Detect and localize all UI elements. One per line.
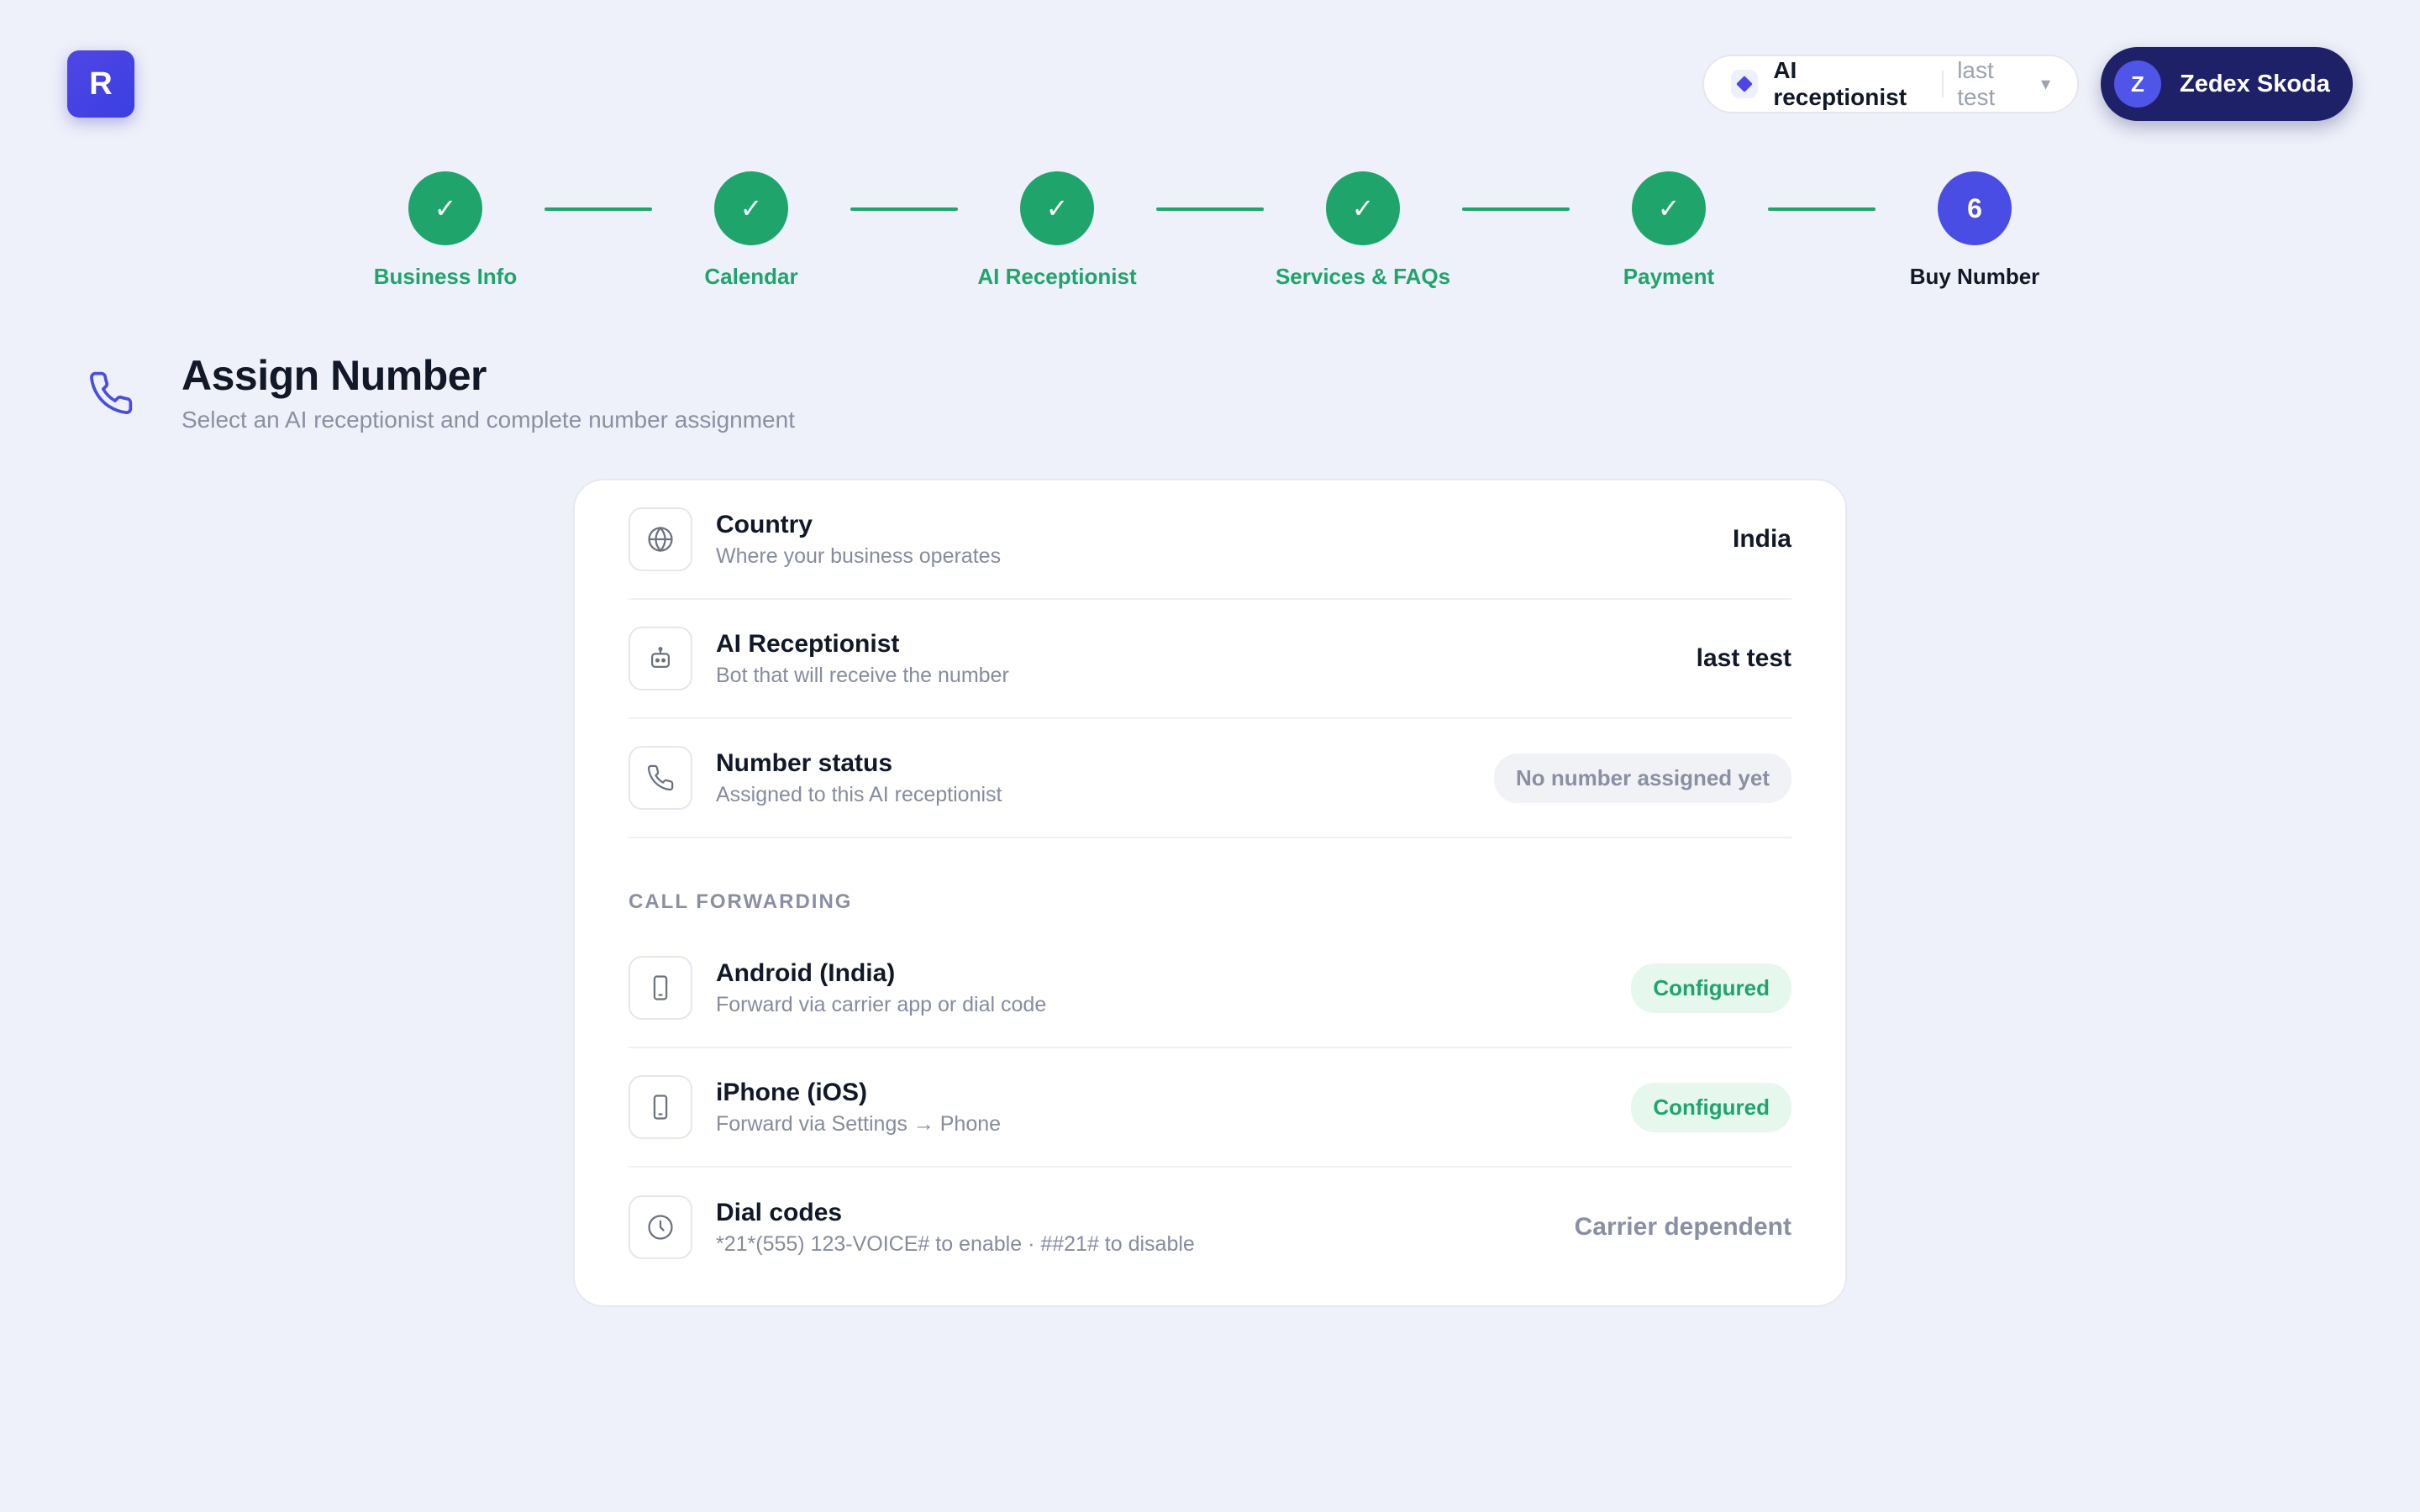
step-business-info[interactable]: ✓ Business Info bbox=[336, 171, 555, 290]
step-connector bbox=[1462, 207, 1570, 211]
step-services-faqs[interactable]: ✓ Services & FAQs bbox=[1254, 171, 1472, 290]
row-subtitle: *21*(555) 123-VOICE# to enable · ##21# t… bbox=[716, 1231, 1195, 1256]
page-title: Assign Number bbox=[182, 352, 487, 399]
clock-icon bbox=[629, 1195, 692, 1259]
selector-value: last test bbox=[1957, 57, 1996, 110]
row-title: iPhone (iOS) bbox=[716, 1078, 867, 1106]
robot-icon bbox=[629, 627, 692, 690]
step-check-icon: ✓ bbox=[714, 171, 788, 245]
assignment-card: Country Where your business operates Ind… bbox=[573, 479, 1847, 1307]
row-subtitle: Bot that will receive the number bbox=[716, 663, 1009, 687]
iphone-forwarding-row[interactable]: iPhone (iOS) Forward via Settings → Phon… bbox=[629, 1048, 1791, 1168]
number-status-row: Number status Assigned to this AI recept… bbox=[629, 719, 1791, 838]
dial-codes-row: Dial codes *21*(555) 123-VOICE# to enabl… bbox=[629, 1168, 1791, 1287]
row-subtitle: Forward via Settings → Phone bbox=[716, 1111, 1002, 1136]
selector-label: AI receptionist bbox=[1773, 57, 1907, 110]
progress-stepper: ✓ Business Info ✓ Calendar ✓ AI Receptio… bbox=[0, 171, 2420, 289]
step-check-icon: ✓ bbox=[408, 171, 482, 245]
step-label: Calendar bbox=[704, 264, 798, 289]
step-label: Buy Number bbox=[1909, 264, 2040, 289]
row-subtitle: Forward via carrier app or dial code bbox=[716, 992, 1047, 1016]
smartphone-icon bbox=[629, 956, 692, 1020]
step-label: Services & FAQs bbox=[1275, 264, 1451, 289]
row-title: Number status bbox=[716, 748, 893, 777]
row-title: Dial codes bbox=[716, 1198, 843, 1226]
step-connector bbox=[1156, 207, 1264, 211]
page-subtitle: Select an AI receptionist and complete n… bbox=[182, 407, 795, 433]
dial-codes-value: Carrier dependent bbox=[1574, 1213, 1791, 1241]
globe-icon bbox=[629, 507, 692, 571]
step-calendar[interactable]: ✓ Calendar bbox=[642, 171, 860, 290]
step-label: AI Receptionist bbox=[977, 264, 1137, 289]
status-badge: Configured bbox=[1631, 963, 1791, 1013]
step-check-icon: ✓ bbox=[1326, 171, 1400, 245]
chevron-down-icon: ▾ bbox=[2040, 73, 2050, 94]
country-value: India bbox=[1732, 525, 1791, 553]
user-menu-button[interactable]: Z Zedex Skoda bbox=[2101, 47, 2353, 121]
ai-receptionist-row: AI Receptionist Bot that will receive th… bbox=[629, 600, 1791, 719]
step-number: 6 bbox=[1938, 171, 2012, 245]
status-badge: No number assigned yet bbox=[1494, 753, 1791, 803]
row-subtitle: Assigned to this AI receptionist bbox=[716, 782, 1002, 806]
receptionist-selector[interactable]: AI receptionist last test ▾ bbox=[1702, 55, 2079, 113]
section-label: CALL FORWARDING bbox=[629, 890, 853, 913]
step-ai-receptionist[interactable]: ✓ AI Receptionist bbox=[948, 171, 1166, 290]
receptionist-value: last test bbox=[1696, 644, 1791, 672]
diamond-icon bbox=[1731, 70, 1759, 98]
row-title: AI Receptionist bbox=[716, 629, 900, 658]
phone-icon bbox=[629, 746, 692, 810]
step-check-icon: ✓ bbox=[1632, 171, 1706, 245]
row-title: Country bbox=[716, 510, 813, 538]
row-subtitle: Where your business operates bbox=[716, 543, 1002, 568]
row-title: Android (India) bbox=[716, 958, 896, 987]
android-forwarding-row[interactable]: Android (India) Forward via carrier app … bbox=[629, 929, 1791, 1048]
step-connector bbox=[850, 207, 958, 211]
step-check-icon: ✓ bbox=[1020, 171, 1094, 245]
country-row: Country Where your business operates Ind… bbox=[629, 480, 1791, 600]
app-logo[interactable]: R bbox=[67, 50, 134, 118]
user-name: Zedex Skoda bbox=[2180, 70, 2330, 97]
phone-icon bbox=[90, 371, 133, 415]
step-connector bbox=[1768, 207, 1876, 211]
avatar: Z bbox=[2114, 60, 2161, 108]
step-connector bbox=[544, 207, 652, 211]
step-payment[interactable]: ✓ Payment bbox=[1560, 171, 1778, 290]
status-badge: Configured bbox=[1631, 1082, 1791, 1132]
step-label: Business Info bbox=[373, 264, 518, 289]
step-buy-number[interactable]: 6 Buy Number bbox=[1865, 171, 2084, 290]
selector-divider bbox=[1942, 71, 1944, 97]
step-label: Payment bbox=[1623, 264, 1715, 289]
smartphone-icon bbox=[629, 1075, 692, 1139]
